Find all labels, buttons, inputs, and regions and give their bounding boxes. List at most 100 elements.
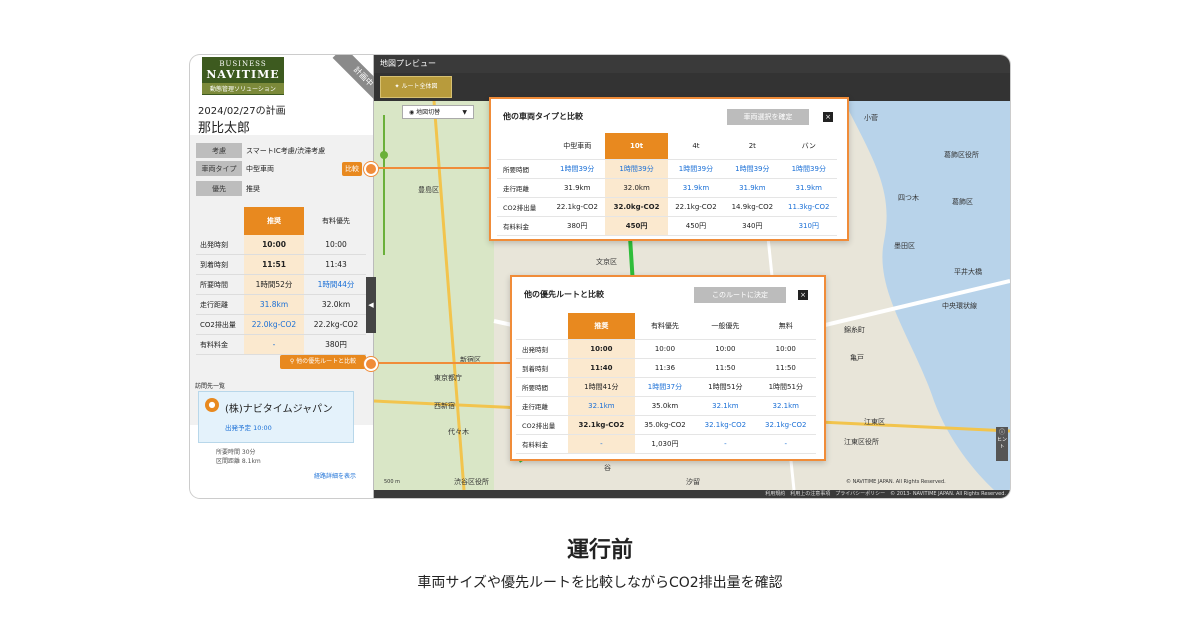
- condition-key: 考慮: [196, 143, 242, 158]
- compare-routes-button[interactable]: ⚲ 他の優先ルートと比較: [280, 355, 366, 369]
- cell: 1時間52分: [244, 275, 304, 294]
- cell: 10:00: [634, 339, 696, 359]
- map-label: 小菅: [864, 114, 878, 122]
- cell: 340円: [724, 216, 781, 236]
- close-icon[interactable]: ×: [823, 112, 833, 122]
- table-row: 出発時刻 10:00 10:00 10:00 10:00: [516, 339, 816, 359]
- cell: 32.0kg-CO2: [605, 197, 668, 217]
- map-title-bar: 地図プレビュー: [374, 55, 1010, 73]
- destination-meta: 所要時間 30分 区間距離 8.1km: [216, 448, 261, 466]
- cell: 35.0kg-CO2: [634, 415, 696, 435]
- table-row: 走行距離 32.1km 35.0km 32.1km 32.1km: [516, 396, 816, 416]
- cell: -: [695, 434, 756, 454]
- map-switch-select[interactable]: ◉ 地図切替 ▼: [402, 105, 474, 119]
- header-blank: [516, 313, 568, 340]
- distance: 区間距離 8.1km: [216, 458, 261, 465]
- collapse-panel-handle[interactable]: ◀: [366, 277, 376, 333]
- map-label: 墨田区: [894, 242, 915, 250]
- priority-compare-popup: 他の優先ルートと比較 このルートに決定 × 推奨 有料優先 一般優先 無料 出発…: [510, 275, 826, 461]
- cell: 32.0km: [605, 178, 668, 198]
- logo-line3: 動態管理ソリューション: [202, 83, 284, 94]
- connector-dot: [364, 162, 378, 176]
- destination-pin-icon: ●: [205, 398, 219, 412]
- condition-key: 優先: [196, 181, 242, 196]
- cell: 10:00: [325, 240, 347, 249]
- close-icon[interactable]: ×: [798, 290, 808, 300]
- popup-title: 他の車両タイプと比較: [503, 112, 583, 121]
- route-table-header: 推奨 有料優先: [196, 207, 366, 235]
- cell: 32.1kg-CO2: [695, 415, 756, 435]
- vehicle-header[interactable]: 4t: [667, 133, 725, 160]
- row-label: CO2排出量: [497, 197, 549, 217]
- map-label: 葛飾区: [952, 198, 973, 206]
- route-detail-link[interactable]: 経路詳細を表示: [314, 471, 356, 480]
- cell: 1時間51分: [755, 377, 816, 397]
- cell: 1,030円: [634, 434, 696, 454]
- hint-tab[interactable]: ⓘ ヒント: [996, 427, 1008, 461]
- table-row: 走行距離 31.9km 32.0km 31.9km 31.9km 31.9km: [497, 178, 837, 198]
- navitime-logo: BUSINESS NAVITIME 動態管理ソリューション: [202, 57, 284, 95]
- destination-card[interactable]: ● (株)ナビタイムジャパン 出発予定 10:00: [198, 391, 354, 443]
- map-switch-label: 地図切替: [416, 109, 441, 116]
- confirm-vehicle-button[interactable]: 車両選択を確定: [727, 109, 809, 125]
- map-label: 汐留: [686, 478, 700, 486]
- compare-vehicle-button[interactable]: 比較: [342, 162, 362, 176]
- table-row: 到着時刻 11:40 11:36 11:50 11:50: [516, 358, 816, 378]
- vehicle-header[interactable]: 中型車両: [549, 133, 606, 160]
- priority-header[interactable]: 有料優先: [634, 313, 696, 340]
- vehicle-header[interactable]: バン: [780, 133, 837, 160]
- vehicle-header[interactable]: 2t: [724, 133, 781, 160]
- row-label: 走行距離: [200, 301, 228, 309]
- cell: 10:00: [755, 339, 816, 359]
- cell: 22.2kg-CO2: [313, 320, 359, 329]
- cell: 450円: [605, 216, 668, 236]
- table-row: 有料料金 380円 450円 450円 340円 310円: [497, 216, 837, 236]
- cell: 310円: [780, 216, 837, 236]
- table-row: 有料料金 - 1,030円 - -: [516, 434, 816, 454]
- map-label: 江東区役所: [844, 438, 879, 446]
- connector-dot: [364, 357, 378, 371]
- cell: 35.0km: [634, 396, 696, 416]
- confirm-route-button[interactable]: このルートに決定: [694, 287, 786, 303]
- map-label: 西新宿: [434, 402, 455, 410]
- route-overview-button[interactable]: ✦ ルート全体図: [380, 76, 452, 98]
- cell: 380円: [325, 340, 347, 349]
- logo-line1: BUSINESS: [219, 60, 267, 68]
- row-label: 有料料金: [516, 434, 568, 454]
- row-label: 有料料金: [200, 341, 228, 349]
- condition-value: 推奨: [246, 185, 260, 193]
- hint-label: ヒント: [996, 437, 1007, 450]
- route-header-recommended[interactable]: 推奨: [244, 207, 304, 235]
- map-footer: 利用規約 利用上の注意事項 プライバシーポリシー © 2013- NAVITIM…: [374, 490, 1010, 498]
- cell: 1時間39分: [667, 159, 725, 179]
- duration: 所要時間 30分: [216, 449, 256, 456]
- map-label: 中央環状線: [942, 302, 977, 310]
- map-label: 渋谷区役所: [454, 478, 489, 486]
- map-label: 東京都庁: [434, 374, 462, 382]
- cell: 10:00: [244, 235, 304, 254]
- logo-line2: NAVITIME: [206, 68, 280, 81]
- condition-priority: 優先 推奨: [196, 181, 366, 197]
- condition-value: スマートIC考慮/渋滞考慮: [246, 147, 326, 155]
- map-copyright: © NAVITIME JAPAN. All Rights Reserved.: [846, 479, 946, 485]
- cell: 32.1km: [755, 396, 816, 416]
- row-label: 所要時間: [497, 159, 549, 179]
- priority-header[interactable]: 無料: [755, 313, 816, 340]
- vehicle-header-selected[interactable]: 10t: [605, 133, 668, 160]
- cell: 450円: [667, 216, 725, 236]
- zoom-slider[interactable]: [380, 115, 388, 255]
- map-label: 亀戸: [850, 354, 864, 362]
- priority-header-selected[interactable]: 推奨: [568, 313, 635, 340]
- map-label: 文京区: [596, 258, 617, 266]
- priority-header[interactable]: 一般優先: [695, 313, 756, 340]
- cell: 10:00: [568, 339, 635, 359]
- map-green-area: [374, 101, 494, 490]
- route-header-toll[interactable]: 有料優先: [306, 207, 366, 235]
- cell: 11:50: [695, 358, 756, 378]
- caption-subline: 車両サイズや優先ルートを比較しながらCO2排出量を確認: [417, 575, 783, 591]
- row-label: 有料料金: [497, 216, 549, 236]
- table-row: 走行距離 31.8km 32.0km: [196, 295, 366, 315]
- table-row: 所要時間 1時間39分 1時間39分 1時間39分 1時間39分 1時間39分: [497, 159, 837, 179]
- cell: 32.1kg-CO2: [755, 415, 816, 435]
- table-row: CO2排出量 22.1kg-CO2 32.0kg-CO2 22.1kg-CO2 …: [497, 197, 837, 217]
